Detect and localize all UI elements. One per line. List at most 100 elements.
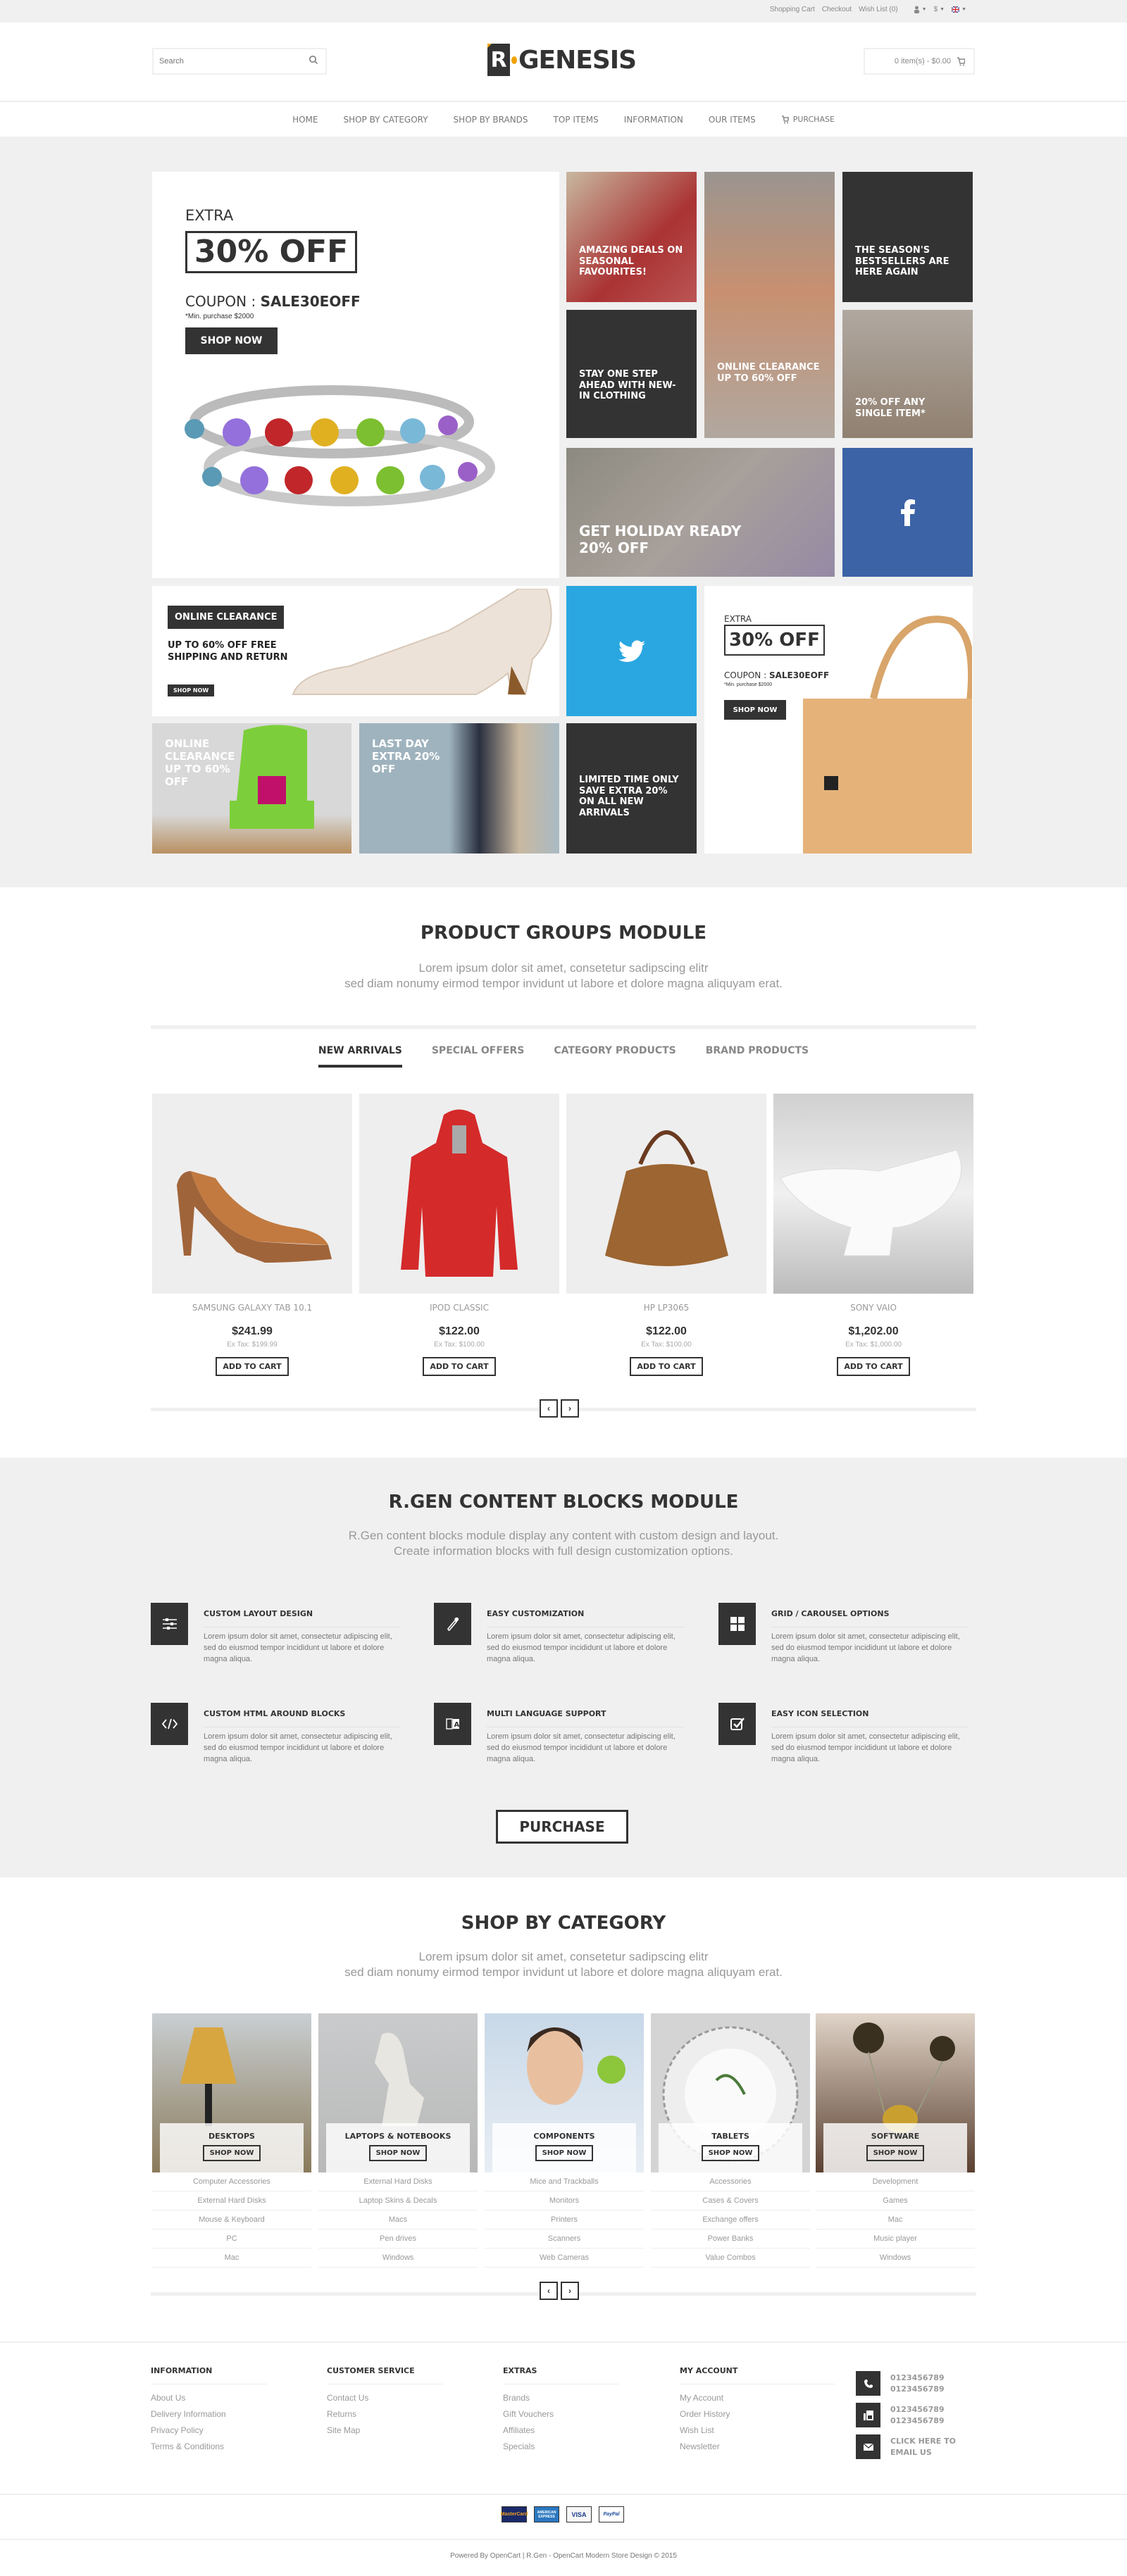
- tab-category-products[interactable]: CATEGORY PRODUCTS: [554, 1045, 675, 1056]
- category-link[interactable]: Windows: [816, 2249, 975, 2268]
- category-link[interactable]: Web Cameras: [485, 2249, 644, 2268]
- shop-now-button[interactable]: SHOP NOW: [202, 2145, 261, 2161]
- category-link[interactable]: Cases & Covers: [651, 2192, 810, 2211]
- search-icon[interactable]: [309, 55, 318, 65]
- carousel-prev-button[interactable]: ‹: [540, 1399, 558, 1418]
- banner-online-clearance[interactable]: ONLINE CLEARANCE UP TO 60% OFF: [704, 172, 835, 438]
- category-image[interactable]: DESKTOPS SHOP NOW: [152, 2013, 311, 2172]
- wishlist-link[interactable]: Wish List (0): [859, 6, 898, 13]
- category-link[interactable]: Mac: [152, 2249, 311, 2268]
- category-link[interactable]: Printers: [485, 2211, 644, 2230]
- product-name[interactable]: SAMSUNG GALAXY TAB 10.1: [152, 1303, 352, 1313]
- category-link[interactable]: Computer Accessories: [152, 2172, 311, 2192]
- twitter-tile[interactable]: [566, 586, 697, 716]
- footer-link[interactable]: Gift Vouchers: [503, 2406, 619, 2422]
- cart-button[interactable]: 0 item(s) - $0.00: [864, 48, 975, 75]
- category-link[interactable]: Power Banks: [651, 2230, 810, 2249]
- banner-last-day[interactable]: LAST DAY EXTRA 20% OFF: [359, 723, 559, 854]
- footer-link[interactable]: Delivery Information: [151, 2406, 267, 2422]
- checkout-link[interactable]: Checkout: [822, 6, 852, 13]
- add-to-cart-button[interactable]: ADD TO CART: [423, 1357, 496, 1376]
- shop-now-button[interactable]: SHOP NOW: [185, 327, 278, 354]
- category-link[interactable]: Exchange offers: [651, 2211, 810, 2230]
- category-link[interactable]: External Hard Disks: [318, 2172, 478, 2192]
- language-dropdown[interactable]: ▼: [952, 6, 966, 13]
- product-name[interactable]: SONY VAIO: [773, 1303, 973, 1313]
- product-image[interactable]: [566, 1094, 766, 1294]
- banner-bestsellers[interactable]: THE SEASON'S BESTSELLERS ARE HERE AGAIN: [842, 172, 973, 302]
- banner-shoe-clearance[interactable]: ONLINE CLEARANCE UP TO 60% OFF FREE SHIP…: [152, 586, 559, 716]
- footer-link[interactable]: About Us: [151, 2390, 267, 2406]
- banner-chair[interactable]: ONLINE CLEARANCE UP TO 60% OFF: [152, 723, 351, 854]
- nav-purchase[interactable]: PURCHASE: [781, 115, 835, 124]
- category-link[interactable]: PC: [152, 2230, 311, 2249]
- footer-link[interactable]: Terms & Conditions: [151, 2439, 267, 2455]
- shop-now-button[interactable]: SHOP NOW: [168, 684, 215, 696]
- add-to-cart-button[interactable]: ADD TO CART: [837, 1357, 910, 1376]
- nav-shop-by-category[interactable]: SHOP BY CATEGORY: [343, 115, 428, 125]
- logo[interactable]: R GENESIS: [487, 44, 637, 76]
- footer-link[interactable]: Affiliates: [503, 2422, 619, 2439]
- nav-our-items[interactable]: OUR ITEMS: [709, 115, 756, 125]
- banner-amazing-deals[interactable]: AMAZING DEALS ON SEASONAL FAVOURITES!: [566, 172, 697, 302]
- carousel-prev-button[interactable]: ‹: [540, 2282, 558, 2300]
- footer-link[interactable]: Order History: [680, 2406, 835, 2422]
- tab-special-offers[interactable]: SPECIAL OFFERS: [432, 1045, 524, 1056]
- footer-link[interactable]: Brands: [503, 2390, 619, 2406]
- product-image[interactable]: [359, 1094, 559, 1294]
- category-link[interactable]: Monitors: [485, 2192, 644, 2211]
- nav-shop-by-brands[interactable]: SHOP BY BRANDS: [454, 115, 528, 125]
- banner-bag[interactable]: EXTRA 30% OFF COUPON : SALE30EOFF *Min. …: [704, 586, 973, 854]
- contact-email[interactable]: CLICK HERE TO EMAIL US: [856, 2434, 956, 2459]
- category-link[interactable]: Windows: [318, 2249, 478, 2268]
- banner-single-item[interactable]: 20% OFF ANY SINGLE ITEM*: [842, 310, 973, 438]
- footer-link[interactable]: Returns: [327, 2406, 443, 2422]
- shop-now-button[interactable]: SHOP NOW: [368, 2145, 428, 2161]
- purchase-button[interactable]: PURCHASE: [496, 1810, 628, 1844]
- category-link[interactable]: Accessories: [651, 2172, 810, 2192]
- category-link[interactable]: Pen drives: [318, 2230, 478, 2249]
- tab-brand-products[interactable]: BRAND PRODUCTS: [706, 1045, 809, 1056]
- banner-stay-ahead[interactable]: STAY ONE STEP AHEAD WITH NEW-IN CLOTHING: [566, 310, 697, 438]
- currency-dropdown[interactable]: $ ▼: [934, 6, 945, 13]
- category-link[interactable]: Mac: [816, 2211, 975, 2230]
- footer-link[interactable]: Privacy Policy: [151, 2422, 267, 2439]
- footer-link[interactable]: Wish List: [680, 2422, 835, 2439]
- category-link[interactable]: Music player: [816, 2230, 975, 2249]
- nav-information[interactable]: INFORMATION: [624, 115, 683, 125]
- product-image[interactable]: [773, 1094, 973, 1294]
- category-image[interactable]: LAPTOPS & NOTEBOOKS SHOP NOW: [318, 2013, 478, 2172]
- shop-now-button[interactable]: SHOP NOW: [866, 2145, 925, 2161]
- shop-now-button[interactable]: SHOP NOW: [701, 2145, 760, 2161]
- tab-new-arrivals[interactable]: NEW ARRIVALS: [318, 1045, 402, 1068]
- footer-link[interactable]: Newsletter: [680, 2439, 835, 2455]
- add-to-cart-button[interactable]: ADD TO CART: [630, 1357, 703, 1376]
- category-image[interactable]: TABLETS SHOP NOW: [651, 2013, 810, 2172]
- search-input[interactable]: [152, 48, 327, 75]
- add-to-cart-button[interactable]: ADD TO CART: [216, 1357, 289, 1376]
- category-link[interactable]: Scanners: [485, 2230, 644, 2249]
- footer-link[interactable]: Site Map: [327, 2422, 443, 2439]
- nav-top-items[interactable]: TOP ITEMS: [554, 115, 599, 125]
- category-link[interactable]: External Hard Disks: [152, 2192, 311, 2211]
- footer-link[interactable]: My Account: [680, 2390, 835, 2406]
- category-link[interactable]: Mice and Trackballs: [485, 2172, 644, 2192]
- product-image[interactable]: [152, 1094, 352, 1294]
- category-link[interactable]: Value Combos: [651, 2249, 810, 2268]
- banner-limited-time[interactable]: LIMITED TIME ONLY SAVE EXTRA 20% ON ALL …: [566, 723, 697, 854]
- carousel-next-button[interactable]: ›: [561, 1399, 579, 1418]
- footer-link[interactable]: Contact Us: [327, 2390, 443, 2406]
- banner-main-rings[interactable]: EXTRA 30% OFF COUPON : SALE30EOFF *Min. …: [152, 172, 559, 578]
- category-image[interactable]: SOFTWARE SHOP NOW: [816, 2013, 975, 2172]
- shop-now-button[interactable]: SHOP NOW: [724, 700, 786, 720]
- facebook-tile[interactable]: [842, 448, 973, 577]
- nav-home[interactable]: HOME: [292, 115, 318, 125]
- category-link[interactable]: Macs: [318, 2211, 478, 2230]
- carousel-next-button[interactable]: ›: [561, 2282, 579, 2300]
- product-name[interactable]: HP LP3065: [566, 1303, 766, 1313]
- category-link[interactable]: Games: [816, 2192, 975, 2211]
- shop-now-button[interactable]: SHOP NOW: [535, 2145, 594, 2161]
- category-link[interactable]: Laptop Skins & Decals: [318, 2192, 478, 2211]
- account-dropdown[interactable]: ▼: [914, 6, 927, 13]
- product-name[interactable]: IPOD CLASSIC: [359, 1303, 559, 1313]
